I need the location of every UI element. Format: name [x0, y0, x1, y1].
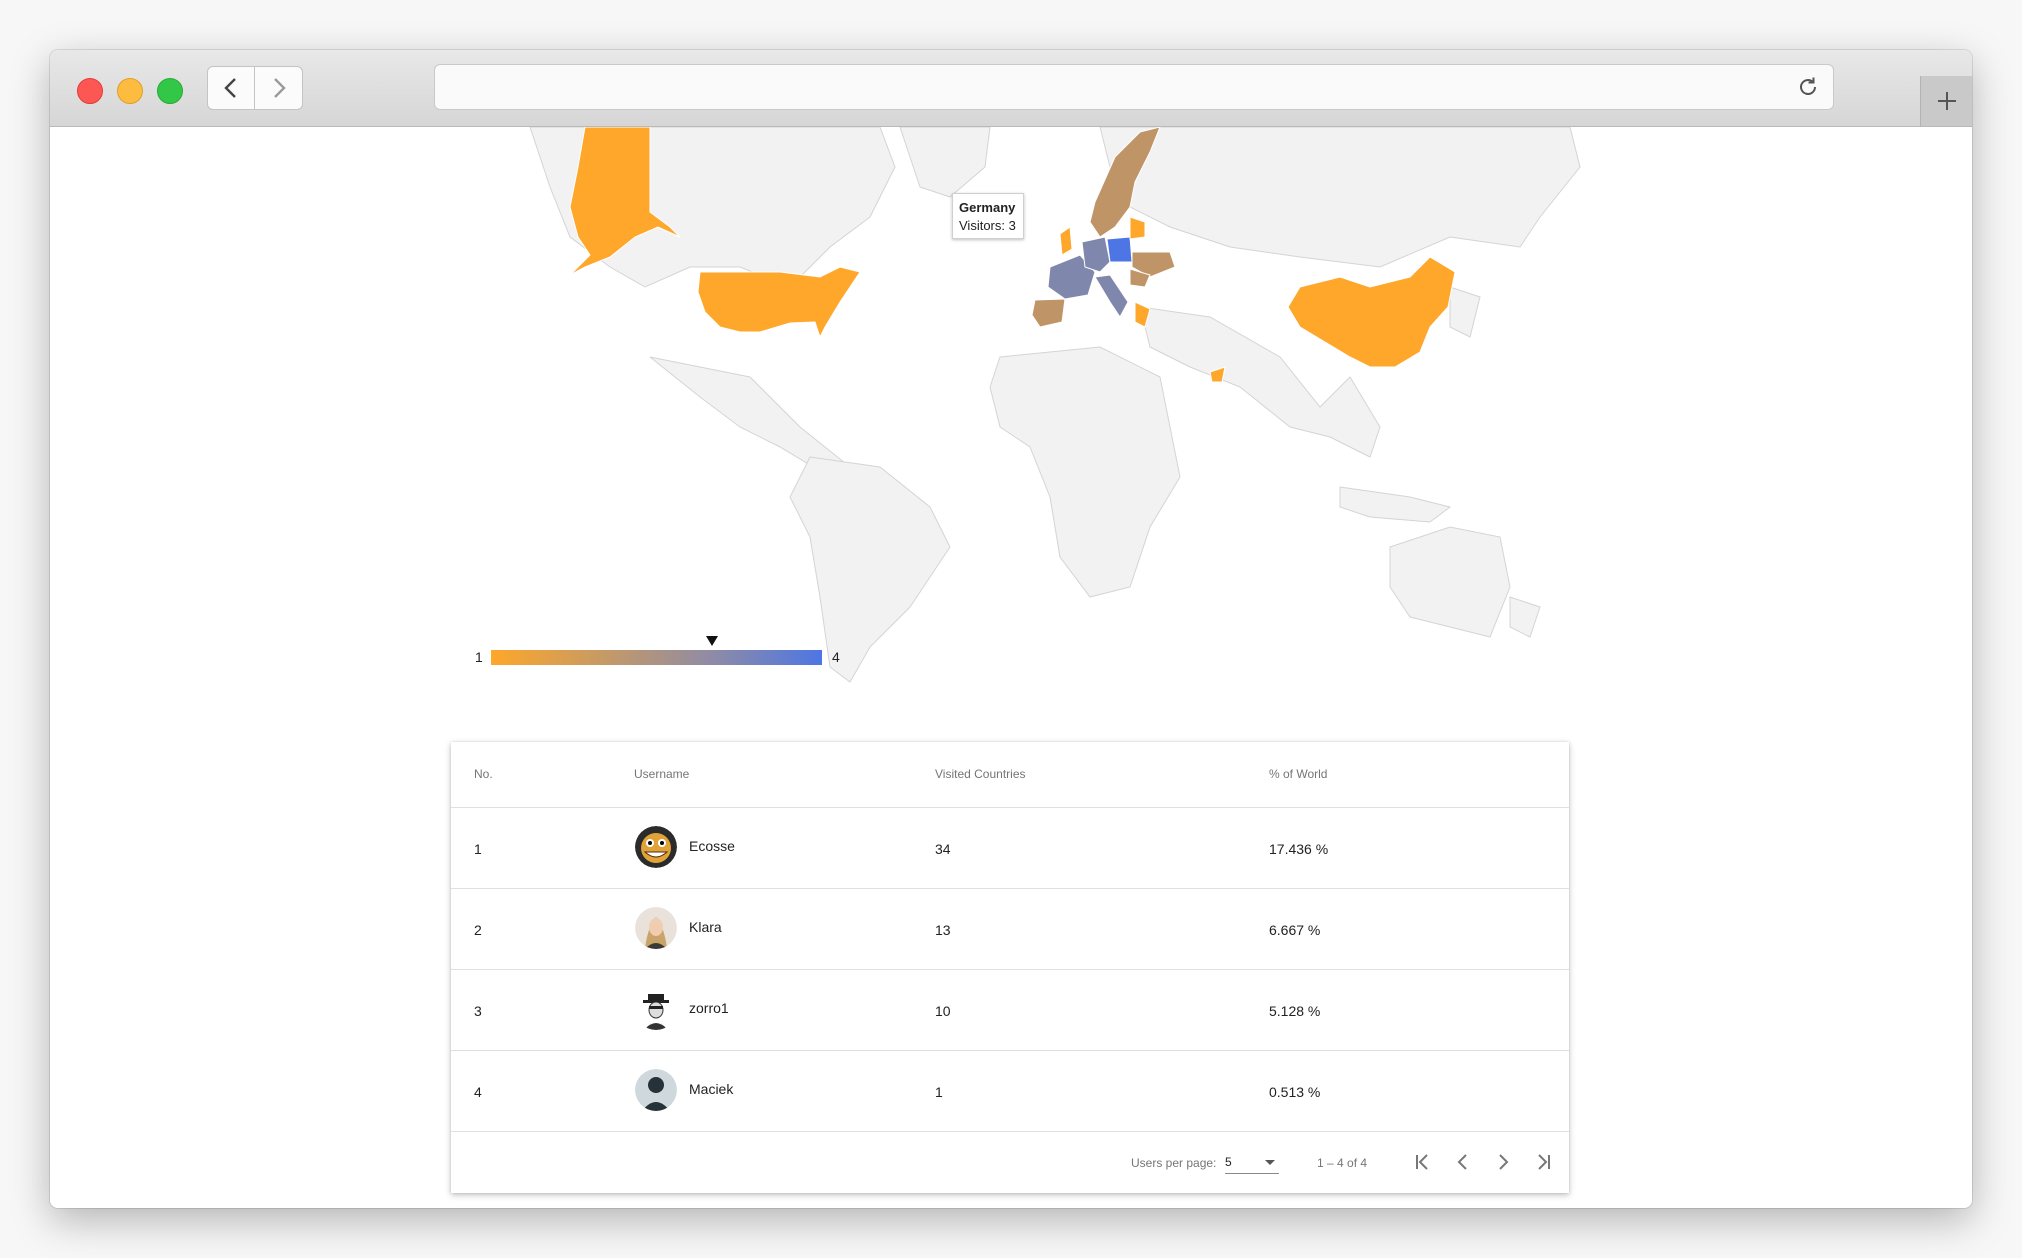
per-page-select[interactable]: 5 — [1225, 1153, 1279, 1174]
avatar — [635, 907, 677, 949]
country-china[interactable] — [1287, 256, 1456, 368]
maximize-window-button[interactable] — [157, 78, 183, 104]
header-visited-countries[interactable]: Visited Countries — [935, 767, 1026, 781]
username: Ecosse — [689, 838, 735, 854]
username: Klara — [689, 919, 722, 935]
avatar — [635, 988, 677, 1030]
new-tab-button[interactable] — [1920, 76, 1972, 126]
username: zorro1 — [689, 1000, 729, 1016]
table-row[interactable]: 4 Maciek 1 0.513 % — [451, 1051, 1569, 1132]
previous-page-button[interactable] — [1448, 1147, 1478, 1177]
next-page-button[interactable] — [1488, 1147, 1518, 1177]
country-germany[interactable] — [1081, 236, 1111, 273]
per-page-value: 5 — [1225, 1155, 1232, 1169]
last-page-button[interactable] — [1528, 1147, 1558, 1177]
visited-countries: 1 — [935, 1084, 943, 1100]
country-baltics[interactable] — [1129, 216, 1146, 240]
table-row[interactable]: 3 zorro1 10 5.128 % — [451, 970, 1569, 1051]
minimize-window-button[interactable] — [117, 78, 143, 104]
forward-button[interactable] — [255, 66, 303, 110]
caret-down-icon — [1265, 1160, 1275, 1165]
username: Maciek — [689, 1081, 734, 1097]
percent-world: 6.667 % — [1269, 922, 1321, 938]
country-united-kingdom[interactable] — [1059, 226, 1073, 256]
legend-color-bar — [491, 650, 822, 665]
page-content: Germany Visitors: 3 1 4 No. Username Vis… — [50, 127, 1972, 1208]
map-tooltip: Germany Visitors: 3 — [952, 193, 1024, 239]
reload-icon[interactable] — [1795, 74, 1821, 100]
row-number: 2 — [474, 922, 482, 938]
page-range: 1 – 4 of 4 — [1317, 1156, 1368, 1170]
legend-max-label: 4 — [832, 649, 840, 665]
country-united-states[interactable] — [697, 266, 861, 339]
table-row[interactable]: 2 Klara 13 6.667 % — [451, 889, 1569, 970]
percent-world: 17.436 % — [1269, 841, 1329, 857]
legend-min-label: 1 — [475, 649, 483, 665]
percent-world: 5.128 % — [1269, 1003, 1321, 1019]
row-number: 4 — [474, 1084, 482, 1100]
plus-icon — [1937, 92, 1956, 110]
country-spain[interactable] — [1031, 298, 1066, 328]
first-page-icon — [1416, 1154, 1428, 1170]
chevron-left-icon — [224, 78, 236, 98]
row-number: 3 — [474, 1003, 482, 1019]
visited-countries: 10 — [935, 1003, 951, 1019]
country-poland[interactable] — [1106, 236, 1133, 263]
tooltip-visitors: Visitors: 3 — [959, 218, 1016, 233]
browser-window: Germany Visitors: 3 1 4 No. Username Vis… — [50, 50, 1972, 1208]
table-header: No. Username Visited Countries % of Worl… — [451, 742, 1569, 808]
chevron-left-icon — [1457, 1154, 1467, 1170]
chevron-right-icon — [1499, 1154, 1509, 1170]
avatar — [635, 1069, 677, 1111]
visited-countries: 34 — [935, 841, 951, 857]
avatar — [635, 826, 677, 868]
first-page-button[interactable] — [1408, 1147, 1438, 1177]
address-bar[interactable] — [434, 64, 1834, 110]
visited-countries: 13 — [935, 922, 951, 938]
country-italy[interactable] — [1094, 274, 1129, 318]
tooltip-country: Germany — [959, 200, 1016, 215]
map-land — [529, 127, 1581, 683]
table-row[interactable]: 1 Ecosse 34 17.436 % — [451, 808, 1569, 889]
per-page-label: Users per page: — [1131, 1156, 1217, 1170]
browser-titlebar — [50, 50, 1972, 127]
back-button[interactable] — [207, 66, 255, 110]
header-percent-world[interactable]: % of World — [1269, 767, 1327, 781]
percent-world: 0.513 % — [1269, 1084, 1321, 1100]
legend-marker — [706, 636, 718, 646]
header-username[interactable]: Username — [634, 767, 689, 781]
chevron-right-icon — [273, 78, 286, 98]
row-number: 1 — [474, 841, 482, 857]
close-window-button[interactable] — [77, 78, 103, 104]
table-paginator: Users per page: 5 1 – 4 of 4 — [451, 1129, 1569, 1193]
header-no[interactable]: No. — [474, 767, 493, 781]
users-table: No. Username Visited Countries % of Worl… — [451, 742, 1569, 1193]
last-page-icon — [1538, 1154, 1550, 1170]
